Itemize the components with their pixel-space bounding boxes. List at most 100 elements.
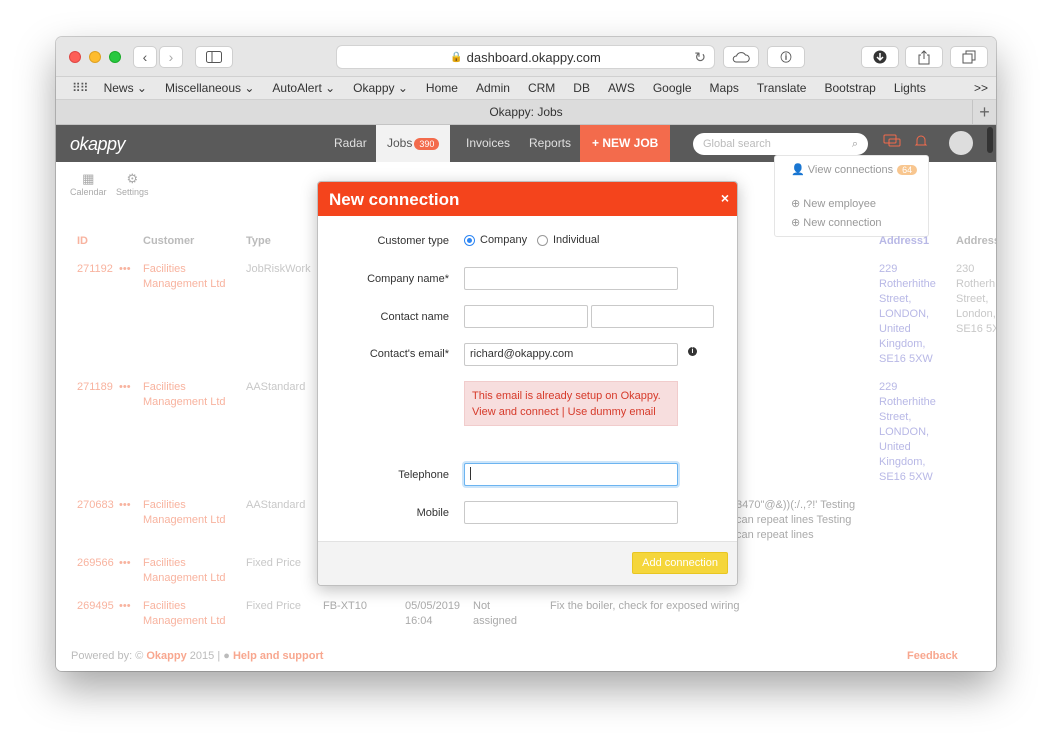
bookmark-miscellaneous[interactable]: Miscellaneous ⌄ <box>165 81 254 95</box>
tabs-overview-icon[interactable] <box>950 46 988 68</box>
column-header-address[interactable]: Address <box>956 235 996 247</box>
column-header-id[interactable]: ID <box>77 235 88 247</box>
bookmark-autoalert[interactable]: AutoAlert ⌄ <box>272 81 335 95</box>
bookmark-db[interactable]: DB <box>573 81 590 95</box>
row-actions-icon[interactable]: ••• <box>119 556 131 571</box>
new-connection-modal: New connection × Customer type Company I… <box>317 181 738 586</box>
avatar[interactable] <box>949 131 973 155</box>
sidebar-toggle-icon[interactable] <box>195 46 233 68</box>
contact-first-name-input[interactable] <box>464 305 588 328</box>
telephone-input[interactable] <box>464 463 678 486</box>
share-icon[interactable] <box>905 46 943 68</box>
global-search-input[interactable]: Global search ⌕ <box>693 133 868 155</box>
contact-name-label: Contact name <box>380 311 449 323</box>
row-id[interactable]: 269566 <box>77 556 114 571</box>
bookmark-maps[interactable]: Maps <box>710 81 739 95</box>
bookmark-news[interactable]: News ⌄ <box>104 81 147 95</box>
column-header-customer[interactable]: Customer <box>143 235 194 247</box>
settings-tool[interactable]: ⚙ Settings <box>116 171 149 197</box>
back-icon[interactable]: ‹ <box>133 46 157 68</box>
row-id[interactable]: 270683 <box>77 498 114 513</box>
new-tab-icon[interactable]: + <box>972 100 996 124</box>
nav-radar[interactable]: Radar <box>334 125 367 162</box>
bookmark-aws[interactable]: AWS <box>608 81 635 95</box>
row-actions-icon[interactable]: ••• <box>119 262 131 277</box>
web-page: okappy Radar Jobs 390 Invoices Reports + … <box>56 125 996 671</box>
view-and-connect-link[interactable]: View and connect <box>472 406 559 418</box>
email-exists-alert: This email is already setup on Okappy. V… <box>464 381 678 426</box>
row-customer[interactable]: Facilities Management Ltd <box>143 599 226 629</box>
row-actions-icon[interactable]: ••• <box>119 380 131 395</box>
tab-okappy-jobs[interactable]: Okappy: Jobs <box>489 105 562 119</box>
info-reader-icon[interactable]: ⓘ <box>767 46 805 68</box>
bookmark-google[interactable]: Google <box>653 81 692 95</box>
column-header-address1[interactable]: Address1 <box>879 235 929 247</box>
calendar-tool[interactable]: ▦ Calendar <box>70 171 107 197</box>
company-name-input[interactable] <box>464 267 678 290</box>
bookmark-okappy[interactable]: Okappy ⌄ <box>353 81 408 95</box>
downloads-icon[interactable] <box>861 46 899 68</box>
address-bar[interactable]: 🔒 dashboard.okappy.com ↻ <box>336 45 715 69</box>
bookmark-admin[interactable]: Admin <box>476 81 510 95</box>
mobile-input[interactable] <box>464 501 678 524</box>
help-support-link[interactable]: Help and support <box>233 650 323 662</box>
icloud-icon[interactable] <box>723 46 759 68</box>
menu-view-connections[interactable]: 👤 View connections 64 <box>791 163 918 176</box>
row-date: 05/05/2019 16:04 <box>405 600 461 627</box>
okappy-logo[interactable]: okappy <box>70 134 126 155</box>
close-window-button[interactable] <box>69 51 81 63</box>
new-job-button[interactable]: + NEW JOB <box>580 125 671 162</box>
bookmark-lights[interactable]: Lights <box>894 81 926 95</box>
row-actions-icon[interactable]: ••• <box>119 498 131 513</box>
row-id[interactable]: 271189 <box>77 380 113 395</box>
row-id[interactable]: 269495 <box>77 599 114 614</box>
row-id[interactable]: 271192 <box>77 262 113 277</box>
row-status: Not assigned <box>473 600 518 627</box>
menu-new-connection-label: New connection <box>803 217 882 229</box>
nav-invoices[interactable]: Invoices <box>466 125 510 162</box>
row-address2: 230 Rotherh Street, London, SE16 5X <box>956 263 996 335</box>
bookmark-home[interactable]: Home <box>426 81 458 95</box>
nav-reports[interactable]: Reports <box>529 125 571 162</box>
notifications-icon[interactable] <box>914 134 928 152</box>
browser-toolbar: ‹ › 🔒 dashboard.okappy.com ↻ ⓘ <box>56 37 996 77</box>
radio-individual[interactable] <box>537 235 548 246</box>
bookmarks-overflow-icon[interactable]: >> <box>974 81 988 95</box>
grid-icon[interactable]: ⠿⠿ <box>72 81 89 95</box>
info-icon[interactable]: i <box>688 347 697 356</box>
contact-last-name-input[interactable] <box>591 305 714 328</box>
close-icon[interactable]: × <box>721 190 729 206</box>
menu-new-employee[interactable]: ⊕ New employee <box>791 197 876 210</box>
add-connection-button[interactable]: Add connection <box>632 552 728 574</box>
feedback-link[interactable]: Feedback <box>907 650 958 662</box>
chat-icon[interactable] <box>883 134 901 152</box>
page-scrollbar[interactable] <box>987 127 993 153</box>
row-customer[interactable]: Facilities Management Ltd <box>143 380 226 410</box>
row-address1: 229 Rotherhithe Street, LONDON, United K… <box>879 263 936 365</box>
zoom-window-button[interactable] <box>109 51 121 63</box>
bookmark-bootstrap[interactable]: Bootstrap <box>824 81 875 95</box>
row-customer[interactable]: Facilities Management Ltd <box>143 262 226 292</box>
column-header-type[interactable]: Type <box>246 235 271 247</box>
nav-jobs[interactable]: Jobs 390 <box>376 125 451 162</box>
bookmark-crm[interactable]: CRM <box>528 81 555 95</box>
email-label: Contact's email* <box>369 348 449 360</box>
email-input[interactable]: richard@okappy.com <box>464 343 678 366</box>
browser-window: ‹ › 🔒 dashboard.okappy.com ↻ ⓘ ⠿⠿ News ⌄… <box>56 37 996 671</box>
row-actions-icon[interactable]: ••• <box>119 599 131 614</box>
footer-brand-link[interactable]: Okappy <box>146 650 186 662</box>
page-footer: Powered by: © Okappy 2015 | ● Help and s… <box>71 650 323 662</box>
radio-company-label[interactable]: Company <box>480 234 527 246</box>
global-search-placeholder: Global search <box>703 138 771 150</box>
row-customer[interactable]: Facilities Management Ltd <box>143 556 226 586</box>
forward-icon[interactable]: › <box>159 46 183 68</box>
radio-company[interactable] <box>464 235 475 246</box>
radio-individual-label[interactable]: Individual <box>553 234 599 246</box>
minimize-window-button[interactable] <box>89 51 101 63</box>
reload-icon[interactable]: ↻ <box>694 49 706 66</box>
bookmark-translate[interactable]: Translate <box>757 81 807 95</box>
row-customer[interactable]: Facilities Management Ltd <box>143 498 226 528</box>
menu-new-connection[interactable]: ⊕ New connection <box>791 216 882 229</box>
search-icon[interactable]: ⌕ <box>852 133 858 155</box>
use-dummy-email-link[interactable]: Use dummy email <box>568 406 656 418</box>
